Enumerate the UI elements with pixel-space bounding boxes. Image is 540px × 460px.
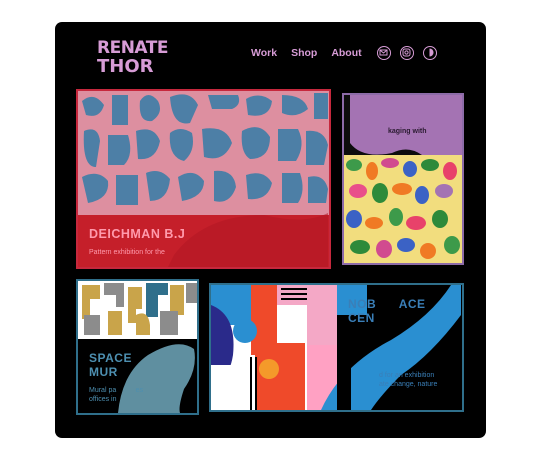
nav-work-link[interactable]: Work	[251, 47, 277, 59]
project-card-space-murals[interactable]: SPACE MUR Mural pa es offices in	[76, 279, 199, 415]
logo-line-2: THOR	[97, 56, 154, 76]
card-description: kaging with	[388, 128, 427, 135]
instagram-icon[interactable]	[400, 46, 414, 60]
card-description-line-2: ate change, nature	[379, 381, 438, 388]
main-nav: Work Shop About	[251, 47, 362, 59]
card-description: Pattern exhibition for the	[89, 249, 165, 256]
card-title: DEICHMAN B.J	[89, 227, 186, 241]
card-title-line-2: MUR	[89, 365, 118, 379]
card-description-line-1: d for an exhibition	[379, 372, 435, 379]
project-card-packaging[interactable]: kaging with	[342, 93, 464, 265]
card-title-line-1: SPACE	[89, 351, 132, 365]
brand-logo[interactable]: RENATE THOR	[97, 36, 191, 76]
social-icons	[377, 46, 437, 60]
project-card-nobel-peace-center[interactable]: NOB ACE CEN d for an exhibition ate chan…	[209, 283, 464, 412]
card-description-line-2: offices in	[89, 396, 117, 403]
site-frame: RENATE THOR Work Shop About DEICHMAN B.J…	[55, 22, 486, 438]
logo-line-1: RENATE	[97, 38, 168, 58]
card-title-line-1: NOB ACE	[348, 297, 426, 311]
card-art-candy	[344, 95, 462, 263]
card-description-line-1: Mural pa es	[89, 387, 144, 394]
project-card-deichman[interactable]: DEICHMAN B.J Pattern exhibition for the	[76, 89, 331, 269]
mail-icon[interactable]	[377, 46, 391, 60]
nav-shop-link[interactable]: Shop	[291, 47, 317, 59]
dribbble-icon[interactable]	[423, 46, 437, 60]
nav-about-link[interactable]: About	[331, 47, 361, 59]
card-title-line-2: CEN	[348, 311, 375, 325]
